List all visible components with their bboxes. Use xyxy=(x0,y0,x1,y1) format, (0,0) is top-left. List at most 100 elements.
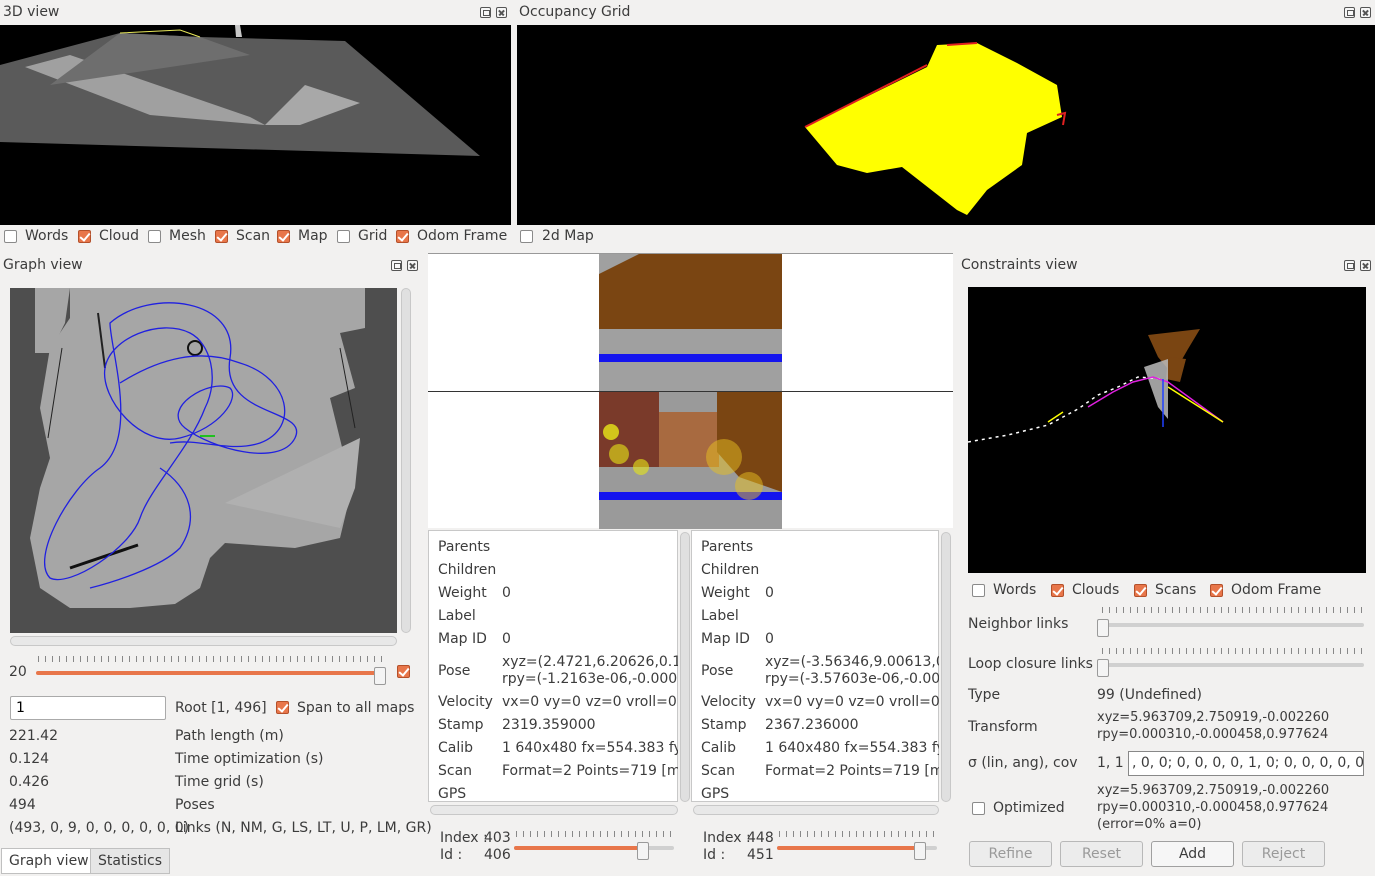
slider-handle[interactable] xyxy=(374,667,386,685)
slider-ticks xyxy=(1102,607,1364,613)
tab-statistics[interactable]: Statistics xyxy=(90,848,170,874)
constraint-scans-checkbox[interactable] xyxy=(1134,584,1147,597)
stat-label: Links (N, NM, G, LS, LT, U, P, LM, GR) xyxy=(175,820,432,836)
loop-closure-slider[interactable] xyxy=(1100,663,1364,667)
root-label: Root [1, 496] xyxy=(175,700,267,716)
optimized-error: (error=0% a=0) xyxy=(1097,817,1202,832)
info-key: Children xyxy=(701,562,760,578)
node-a-horizontal-scrollbar[interactable] xyxy=(430,805,678,815)
occupancy-title: Occupancy Grid xyxy=(519,4,631,20)
graph-horizontal-scrollbar[interactable] xyxy=(10,636,397,646)
grid-label: Grid xyxy=(358,228,388,244)
view3d-canvas[interactable] xyxy=(0,25,511,225)
stat-label: Path length (m) xyxy=(175,728,284,744)
node-a-slider[interactable] xyxy=(514,846,643,850)
covariance-field[interactable]: , 0, 0; 0, 0, 0, 0, 1, 0; 0, 0, 0, 0, 0,… xyxy=(1128,751,1364,776)
stat-label: Poses xyxy=(175,797,215,813)
float-icon[interactable] xyxy=(391,260,402,271)
slider-ticks xyxy=(779,831,935,837)
cloud-checkbox[interactable] xyxy=(78,230,91,243)
index-value: 448 xyxy=(747,830,774,846)
stat-value: 494 xyxy=(9,797,36,813)
tab-graph-view[interactable]: Graph view xyxy=(1,848,97,874)
graph-slider-checkbox[interactable] xyxy=(397,665,410,678)
constraint-clouds-checkbox[interactable] xyxy=(1051,584,1064,597)
close-icon[interactable] xyxy=(1360,7,1371,18)
optimized-checkbox[interactable] xyxy=(972,802,985,815)
constraint-odom-label: Odom Frame xyxy=(1231,582,1322,598)
mesh-checkbox[interactable] xyxy=(148,230,161,243)
image-bottom xyxy=(599,392,782,529)
span-maps-label: Span to all maps xyxy=(297,700,415,716)
slider-handle[interactable] xyxy=(914,842,926,860)
info-key: Scan xyxy=(438,763,473,779)
reject-button[interactable]: Reject xyxy=(1242,841,1325,867)
info-value: 0 xyxy=(502,631,511,647)
constraint-odom-checkbox[interactable] xyxy=(1210,584,1223,597)
float-icon[interactable] xyxy=(480,7,491,18)
node-info-b: Parents Children Weight 0 Label Map ID 0… xyxy=(691,530,939,802)
graph-canvas[interactable] xyxy=(10,288,397,633)
info-value: 0 xyxy=(765,631,774,647)
transform-label: Transform xyxy=(968,719,1038,735)
info-key: Stamp xyxy=(701,717,747,733)
node-b-vertical-scrollbar[interactable] xyxy=(941,532,951,802)
node-info-a: Parents Children Weight 0 Label Map ID 0… xyxy=(428,530,678,802)
grid-checkbox[interactable] xyxy=(337,230,350,243)
odom-frame-checkbox[interactable] xyxy=(396,230,409,243)
info-key: GPS xyxy=(701,786,730,802)
words-checkbox[interactable] xyxy=(4,230,17,243)
info-value: 0 xyxy=(765,585,774,601)
scan-checkbox[interactable] xyxy=(215,230,228,243)
add-button[interactable]: Add xyxy=(1151,841,1234,867)
constraint-words-checkbox[interactable] xyxy=(972,584,985,597)
index-label: Index : xyxy=(440,830,488,846)
id-value: 406 xyxy=(484,847,511,863)
info-key: Velocity xyxy=(701,694,756,710)
reset-button[interactable]: Reset xyxy=(1060,841,1143,867)
stat-label: Time grid (s) xyxy=(175,774,264,790)
map2d-checkbox[interactable] xyxy=(520,230,533,243)
info-key: Pose xyxy=(701,663,734,679)
constraints-canvas[interactable] xyxy=(968,287,1366,573)
slider-handle[interactable] xyxy=(1097,659,1109,677)
mesh-label: Mesh xyxy=(169,228,206,244)
info-value: 2367.236000 xyxy=(765,717,859,733)
node-a-vertical-scrollbar[interactable] xyxy=(680,532,690,802)
info-value: vx=0 vy=0 vz=0 vroll=0 vpi xyxy=(502,694,678,710)
slider-ticks xyxy=(1102,648,1364,654)
scan-label: Scan xyxy=(236,228,271,244)
close-icon[interactable] xyxy=(1360,260,1371,271)
sigma-value: 1, 1 xyxy=(1097,755,1124,771)
graph-title: Graph view xyxy=(3,257,83,273)
graph-depth-slider[interactable] xyxy=(36,671,382,675)
graph-vertical-scrollbar[interactable] xyxy=(401,288,411,633)
stat-value: 221.42 xyxy=(9,728,58,744)
close-icon[interactable] xyxy=(407,260,418,271)
constraints-title: Constraints view xyxy=(961,257,1078,273)
root-input[interactable] xyxy=(10,696,166,720)
graph-slider-ticks xyxy=(38,656,383,662)
float-icon[interactable] xyxy=(1344,260,1355,271)
slider-handle[interactable] xyxy=(637,842,649,860)
slider-handle[interactable] xyxy=(1097,619,1109,637)
info-key: Weight xyxy=(438,585,487,601)
stat-value: (493, 0, 9, 0, 0, 0, 0, 0, 0) xyxy=(9,820,190,836)
node-b-horizontal-scrollbar[interactable] xyxy=(693,805,939,815)
optimized-xyz: xyz=5.963709,2.750919,-0.002260 xyxy=(1097,783,1330,798)
id-label: Id : xyxy=(703,847,726,863)
occupancy-canvas[interactable] xyxy=(517,25,1375,225)
close-icon[interactable] xyxy=(496,7,507,18)
info-key: Parents xyxy=(438,539,491,555)
refine-button[interactable]: Refine xyxy=(969,841,1052,867)
neighbor-links-slider[interactable] xyxy=(1100,623,1364,627)
span-maps-checkbox[interactable] xyxy=(276,701,289,714)
id-label: Id : xyxy=(440,847,463,863)
info-value: vx=0 vy=0 vz=0 vroll=0 vp xyxy=(765,694,939,710)
float-icon[interactable] xyxy=(1344,7,1355,18)
map-checkbox[interactable] xyxy=(277,230,290,243)
info-key: Calib xyxy=(701,740,737,756)
node-b-slider[interactable] xyxy=(777,846,920,850)
info-value: xyz=(2.4721,6.20626,0.10 xyxy=(502,654,678,670)
image-view[interactable] xyxy=(428,253,953,529)
